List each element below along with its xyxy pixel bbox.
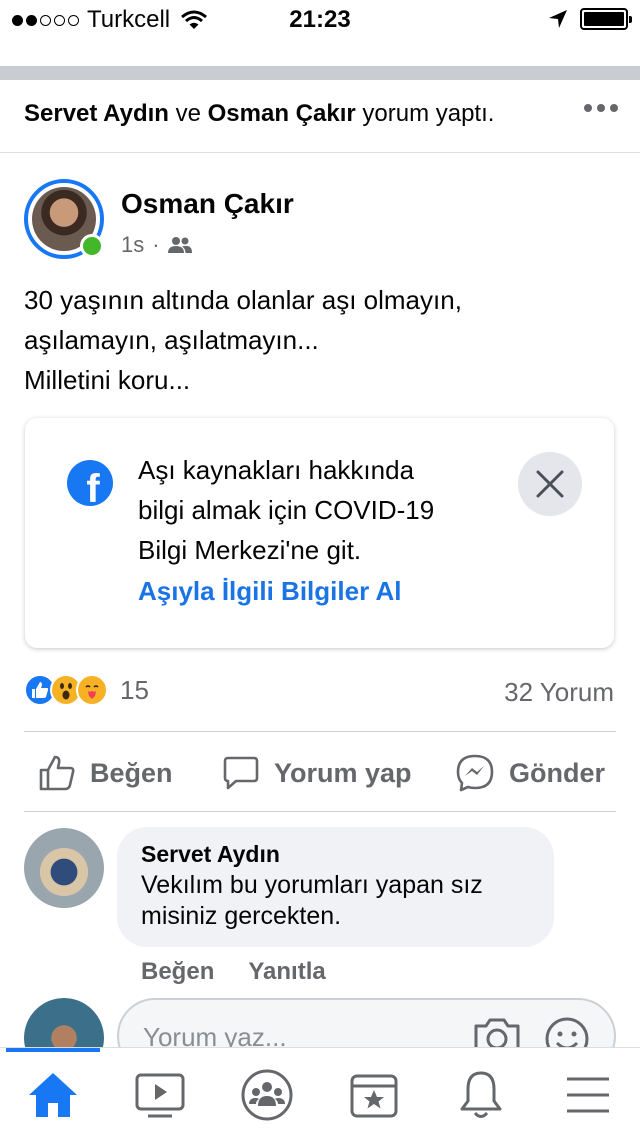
- more-options-button[interactable]: [584, 104, 618, 112]
- divider: [0, 152, 640, 153]
- reaction-summary[interactable]: 15: [24, 674, 149, 706]
- tab-watch[interactable]: [132, 1068, 188, 1122]
- battery-icon: [580, 8, 632, 30]
- like-button[interactable]: Beğen: [38, 748, 173, 798]
- post-text: 30 yaşının altında olanlar aşı olmayın, …: [24, 285, 462, 395]
- care-reaction-icon: [76, 674, 108, 706]
- active-tab-indicator: [6, 1048, 100, 1052]
- post-time[interactable]: 1s: [121, 232, 144, 258]
- comment-text: Vekılım bu yorumları yapan sız misiniz g…: [141, 871, 483, 930]
- clock: 21:23: [289, 6, 351, 33]
- tab-home[interactable]: [25, 1068, 81, 1122]
- tab-menu[interactable]: [560, 1068, 616, 1122]
- send-button[interactable]: Gönder: [455, 748, 605, 798]
- status-right: [548, 8, 632, 30]
- messenger-icon: [456, 754, 494, 792]
- thumbs-up-icon: [39, 755, 75, 791]
- status-bar: Turkcell 21:23: [0, 0, 640, 40]
- tab-notifications[interactable]: [453, 1068, 509, 1122]
- groups-icon: [241, 1069, 293, 1121]
- commenter-name[interactable]: Servet Aydın: [141, 841, 530, 868]
- activity-action: yorum yaptı.: [362, 100, 495, 127]
- comment-actions: Beğen Yanıtla: [141, 958, 326, 986]
- hamburger-menu-icon: [567, 1077, 609, 1113]
- feed-separator: [0, 66, 640, 80]
- covid-info-card[interactable]: f Aşı kaynakları hakkında bilgi almak iç…: [25, 418, 614, 648]
- comment-bubble: Servet Aydın Vekılım bu yorumları yapan …: [117, 827, 554, 947]
- post-author-name[interactable]: Osman Çakır: [121, 188, 294, 220]
- meta-separator: ·: [152, 232, 160, 257]
- divider: [24, 811, 616, 812]
- vaccine-info-link[interactable]: Aşıyla İlgili Bilgiler Al: [138, 576, 401, 607]
- reaction-count: 15: [120, 674, 149, 705]
- comment-count[interactable]: 32 Yorum: [504, 677, 614, 708]
- activity-user-1[interactable]: Servet Aydın: [24, 100, 169, 127]
- activity-header: Servet Aydın ve Osman Çakır yorum yaptı.: [24, 100, 624, 128]
- tab-pages[interactable]: [346, 1068, 402, 1122]
- friends-icon: [167, 237, 192, 253]
- location-arrow-icon: [549, 10, 567, 28]
- activity-user-2[interactable]: Osman Çakır: [208, 100, 356, 127]
- commenter-avatar[interactable]: [24, 828, 104, 908]
- facebook-logo-icon: f: [67, 460, 113, 506]
- facebook-logo-glyph: f: [86, 467, 100, 506]
- close-card-button[interactable]: [518, 452, 582, 516]
- comment-like-button[interactable]: Beğen: [141, 958, 214, 986]
- info-card-text: Aşı kaynakları hakkında bilgi almak için…: [138, 455, 435, 565]
- comment-reply-button[interactable]: Yanıtla: [248, 958, 325, 986]
- comment-icon: [223, 756, 259, 790]
- post-meta: 1s ·: [121, 232, 192, 258]
- home-icon: [29, 1073, 77, 1117]
- comment-label: Yorum yap: [274, 757, 412, 788]
- close-icon: [536, 470, 564, 498]
- divider: [24, 731, 616, 732]
- comment-button[interactable]: Yorum yap: [222, 748, 412, 798]
- bell-icon: [460, 1071, 502, 1118]
- like-label: Beğen: [90, 757, 173, 788]
- online-status-icon: [80, 234, 104, 258]
- pages-icon: [350, 1074, 398, 1118]
- tab-groups[interactable]: [239, 1068, 295, 1122]
- activity-conjunction: ve: [175, 100, 201, 127]
- video-icon: [135, 1073, 185, 1118]
- bottom-tab-bar: [0, 1047, 640, 1136]
- send-label: Gönder: [509, 757, 606, 788]
